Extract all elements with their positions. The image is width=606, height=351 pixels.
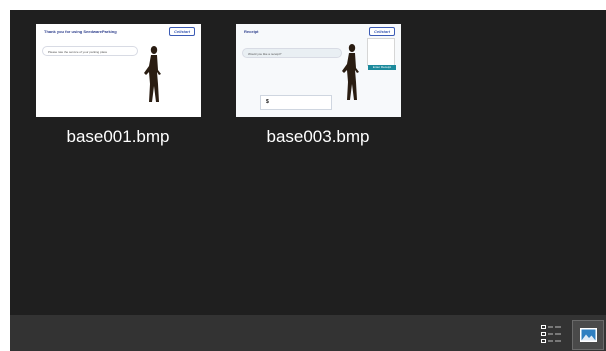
thumbnail-side-panel	[367, 38, 395, 66]
thumbnail-input-field: $	[260, 95, 332, 110]
file-explorer-content-pane: Thank you for using SeedwareParking Cell…	[10, 10, 606, 351]
large-icons-view-button[interactable]	[572, 320, 604, 350]
thumbnail-logo: Cellstart	[369, 27, 395, 36]
file-item-base003[interactable]: Receipt Cellstart Would you like a recei…	[234, 24, 402, 154]
thumbnail-title: Thank you for using SeedwareParking	[44, 29, 117, 34]
file-item-base001[interactable]: Thank you for using SeedwareParking Cell…	[34, 24, 202, 154]
status-bar	[10, 315, 606, 351]
thumbnail-speech-bubble: Please rate the service of your parking …	[42, 46, 138, 56]
image-thumbnail: Receipt Cellstart Would you like a recei…	[236, 24, 401, 117]
thumbnail-logo: Cellstart	[169, 27, 195, 36]
image-thumbnail: Thank you for using SeedwareParking Cell…	[36, 24, 201, 117]
details-view-icon	[541, 325, 561, 343]
person-silhouette-icon	[342, 44, 359, 100]
file-name-label: base001.bmp	[66, 127, 170, 146]
file-name-label: base003.bmp	[266, 127, 370, 146]
details-view-button[interactable]	[539, 321, 563, 349]
person-silhouette-icon	[144, 46, 161, 102]
thumbnail-receipt-button: Enter Receipt	[368, 65, 396, 70]
thumbnail-speech-bubble: Would you like a receipt?	[242, 48, 342, 58]
large-icons-view-icon	[580, 328, 597, 342]
thumbnail-title: Receipt	[244, 29, 259, 34]
